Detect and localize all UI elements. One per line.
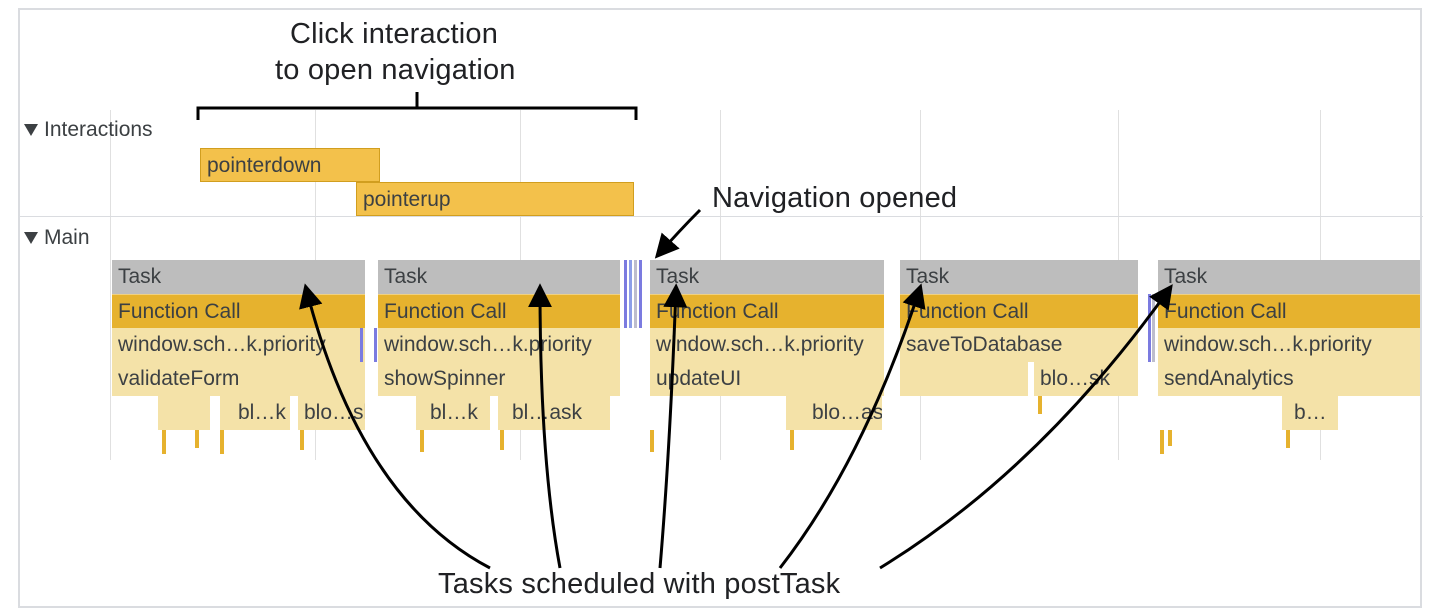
activity-tick [162, 430, 166, 454]
stage: Click interaction to open navigation Nav… [0, 0, 1440, 616]
annotation-nav-opened: Navigation opened [712, 182, 957, 215]
gc-stripe [634, 260, 637, 328]
micro-task-bar[interactable]: blo…ask [786, 396, 882, 430]
callback-bar[interactable]: showSpinner [378, 362, 620, 396]
chevron-down-icon[interactable] [24, 124, 38, 136]
micro-task-bar[interactable]: blo…sk [298, 396, 365, 430]
annotation-top-line1: Click interaction [290, 18, 498, 51]
track-label-main: Main [44, 226, 90, 250]
scheduler-bar[interactable]: window.sch…k.priority [1158, 328, 1420, 362]
activity-tick [790, 430, 794, 450]
track-divider [20, 216, 1423, 217]
gc-stripe [360, 328, 363, 362]
function-call-bar[interactable]: Function Call [650, 294, 884, 328]
micro-task-bar[interactable]: bl…k [220, 396, 290, 430]
activity-tick [1160, 430, 1164, 454]
task-bar[interactable]: Task [1158, 260, 1420, 294]
callback-bar[interactable]: blo…sk [1034, 362, 1138, 396]
callback-bar[interactable]: updateUI [650, 362, 884, 396]
activity-tick [1038, 396, 1042, 414]
gc-stripe [1148, 294, 1151, 362]
function-call-bar[interactable]: Function Call [112, 294, 365, 328]
micro-task-bar[interactable]: b… [1282, 396, 1338, 430]
gc-stripe [1152, 294, 1155, 362]
activity-tick [300, 430, 304, 450]
micro-task-bar[interactable] [158, 396, 210, 430]
scheduler-bar[interactable]: window.sch…k.priority [378, 328, 620, 362]
micro-task-bar[interactable] [900, 362, 1028, 396]
chevron-down-icon[interactable] [24, 232, 38, 244]
gridline [110, 110, 111, 460]
activity-tick [220, 430, 224, 454]
micro-task-bar[interactable]: bl…ask [498, 396, 610, 430]
scheduler-bar[interactable]: window.sch…k.priority [650, 328, 884, 362]
annotation-bottom: Tasks scheduled with postTask [438, 568, 840, 601]
annotation-top-line2: to open navigation [275, 54, 516, 87]
interaction-pointerdown[interactable]: pointerdown [200, 148, 380, 182]
gc-stripe [639, 260, 642, 328]
activity-tick [420, 430, 424, 452]
callback-bar[interactable]: sendAnalytics [1158, 362, 1420, 396]
callback-bar[interactable]: validateForm [112, 362, 365, 396]
activity-tick [500, 430, 504, 450]
activity-tick [195, 430, 199, 448]
interaction-pointerup[interactable]: pointerup [356, 182, 634, 216]
scheduler-bar[interactable]: window.sch…k.priority [112, 328, 365, 362]
gc-stripe [629, 260, 632, 328]
gc-stripe [374, 328, 377, 362]
task-bar[interactable]: Task [900, 260, 1138, 294]
function-call-bar[interactable]: Function Call [1158, 294, 1420, 328]
function-call-bar[interactable]: Function Call [900, 294, 1138, 328]
diagram-frame: Click interaction to open navigation Nav… [18, 8, 1422, 608]
micro-task-bar[interactable]: bl…k [416, 396, 490, 430]
task-bar[interactable]: Task [112, 260, 365, 294]
scheduler-bar[interactable]: saveToDatabase [900, 328, 1138, 362]
function-call-bar[interactable]: Function Call [378, 294, 620, 328]
task-bar[interactable]: Task [650, 260, 884, 294]
activity-tick [1168, 430, 1172, 446]
track-label-interactions: Interactions [44, 118, 153, 142]
gc-stripe [624, 260, 627, 328]
activity-tick [650, 430, 654, 452]
activity-tick [1286, 430, 1290, 448]
task-bar[interactable]: Task [378, 260, 620, 294]
